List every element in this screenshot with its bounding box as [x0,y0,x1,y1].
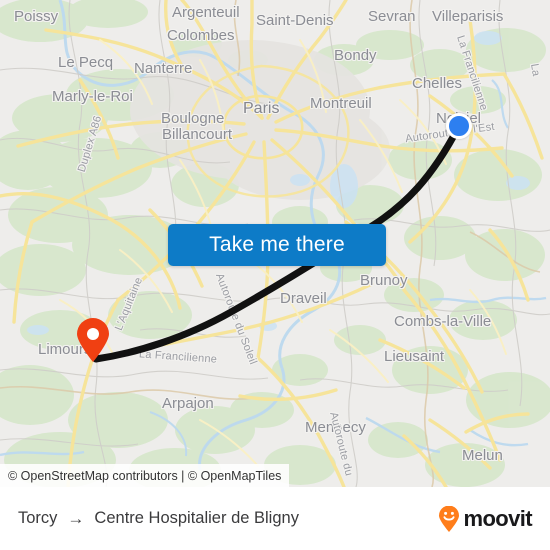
trip-destination-label: Centre Hospitalier de Bligny [94,509,299,527]
map-attribution[interactable]: © OpenStreetMap contributors | © OpenMap… [0,464,290,487]
attribution-text: © OpenStreetMap contributors | © OpenMap… [8,468,282,483]
moovit-pin-icon [439,505,460,532]
arrow-right-icon: → [67,508,85,528]
moovit-wordmark: moovit [463,505,532,531]
map-canvas[interactable]: Poissy Argenteuil Saint-Denis Sevran Villepa… [0,0,550,487]
origin-marker[interactable] [446,113,472,139]
take-me-there-button[interactable]: Take me there [168,224,386,266]
trip-origin-label: Torcy [18,509,58,527]
trip-summary: Torcy → Centre Hospitalier de Bligny [18,509,299,529]
destination-marker[interactable] [76,318,110,362]
moovit-trip-screen: Poissy Argenteuil Saint-Denis Sevran Villepa… [0,0,550,550]
trip-footer: Torcy → Centre Hospitalier de Bligny moo… [0,487,550,550]
moovit-logo[interactable]: moovit [438,505,533,532]
